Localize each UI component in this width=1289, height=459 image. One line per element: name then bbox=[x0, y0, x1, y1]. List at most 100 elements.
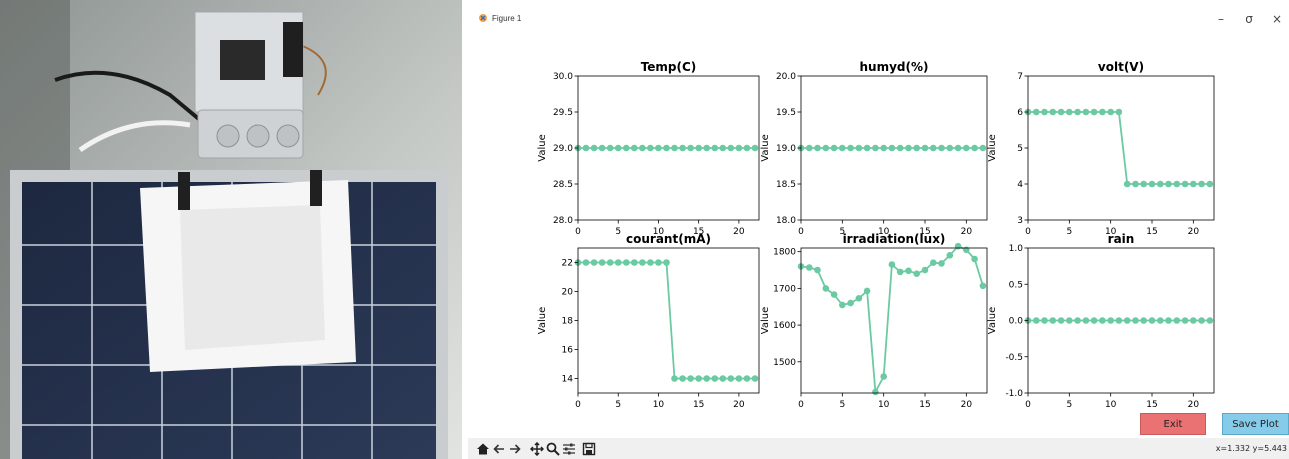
data-point-2-2 bbox=[814, 144, 821, 152]
y-tick-label-1-4: 30.0 bbox=[553, 72, 573, 82]
x-tick-label-5-1: 5 bbox=[839, 400, 845, 410]
data-point-3-12 bbox=[1123, 180, 1131, 188]
subplot-title-3: volt(V) bbox=[1098, 60, 1144, 74]
data-point-3-9 bbox=[1099, 108, 1106, 116]
exit-button[interactable]: Exit bbox=[1140, 413, 1206, 435]
y-tick-label-3-4: 7 bbox=[1017, 72, 1023, 82]
y-tick-label-5-0: 1500 bbox=[773, 358, 796, 368]
maximize-button[interactable]: σ bbox=[1240, 10, 1258, 28]
data-point-2-7 bbox=[855, 144, 863, 152]
data-point-6-6 bbox=[1074, 317, 1081, 324]
close-button[interactable]: × bbox=[1268, 10, 1286, 28]
y-tick-label-6-0: -1.0 bbox=[1005, 389, 1023, 399]
data-point-1-2 bbox=[590, 144, 598, 152]
y-tick-label-1-3: 29.5 bbox=[553, 108, 573, 118]
data-point-6-22 bbox=[1206, 317, 1214, 324]
x-tick-label-6-4: 20 bbox=[1188, 400, 1200, 410]
back-arrow-icon[interactable] bbox=[492, 442, 506, 456]
data-point-5-5 bbox=[839, 301, 846, 309]
data-point-2-10 bbox=[880, 144, 887, 152]
y-tick-label-4-4: 22 bbox=[562, 259, 573, 269]
home-icon[interactable] bbox=[476, 442, 490, 456]
data-point-2-19 bbox=[954, 144, 962, 152]
data-point-2-17 bbox=[938, 144, 945, 152]
data-point-5-14 bbox=[913, 270, 920, 277]
x-tick-label-4-3: 15 bbox=[693, 400, 704, 410]
data-point-6-17 bbox=[1165, 317, 1172, 324]
y-axis-label-5: Value bbox=[760, 307, 771, 334]
data-point-3-3 bbox=[1049, 108, 1057, 116]
data-point-3-16 bbox=[1157, 180, 1164, 188]
data-point-4-19 bbox=[727, 375, 735, 382]
pan-icon[interactable] bbox=[530, 442, 544, 456]
data-point-5-22 bbox=[979, 282, 987, 290]
y-tick-label-6-4: 1.0 bbox=[1009, 244, 1024, 254]
axes-frame-3 bbox=[1027, 75, 1215, 221]
data-point-4-21 bbox=[743, 375, 751, 382]
data-point-2-18 bbox=[946, 144, 954, 152]
y-tick-label-4-3: 20 bbox=[562, 288, 574, 298]
data-point-5-2 bbox=[814, 266, 821, 274]
data-point-1-15 bbox=[695, 144, 702, 152]
cursor-coordinates: x=1.332 y=5.443 bbox=[1215, 444, 1287, 453]
zoom-icon[interactable] bbox=[546, 442, 560, 456]
series-line-3 bbox=[1028, 111, 1210, 185]
y-tick-label-1-1: 28.5 bbox=[553, 180, 573, 190]
data-point-1-7 bbox=[631, 144, 638, 152]
series-line-5 bbox=[800, 245, 984, 395]
data-point-4-17 bbox=[711, 375, 719, 382]
data-point-4-16 bbox=[703, 375, 710, 382]
x-tick-label-5-4: 20 bbox=[961, 400, 973, 410]
save-icon[interactable] bbox=[582, 442, 596, 456]
data-point-2-20 bbox=[963, 144, 970, 152]
data-point-4-6 bbox=[623, 259, 630, 266]
data-point-3-15 bbox=[1148, 180, 1156, 188]
x-tick-label-6-3: 15 bbox=[1146, 400, 1157, 410]
y-tick-label-4-0: 14 bbox=[562, 375, 574, 385]
minimize-button[interactable]: – bbox=[1212, 10, 1230, 28]
data-point-4-14 bbox=[687, 375, 694, 382]
x-tick-label-3-1: 5 bbox=[1066, 227, 1072, 237]
data-point-3-14 bbox=[1140, 180, 1147, 188]
data-point-2-6 bbox=[847, 144, 854, 152]
data-point-5-16 bbox=[930, 259, 937, 266]
data-point-3-19 bbox=[1181, 180, 1189, 188]
data-point-5-13 bbox=[905, 267, 912, 275]
data-point-6-14 bbox=[1140, 317, 1147, 324]
data-point-1-10 bbox=[655, 144, 662, 152]
save-plot-button[interactable]: Save Plot bbox=[1222, 413, 1289, 435]
data-point-4-3 bbox=[598, 259, 606, 266]
data-point-3-13 bbox=[1132, 180, 1139, 188]
data-point-3-2 bbox=[1041, 108, 1048, 116]
data-point-4-20 bbox=[735, 375, 743, 382]
data-point-4-10 bbox=[655, 259, 662, 266]
x-tick-label-4-2: 10 bbox=[653, 400, 665, 410]
data-point-3-4 bbox=[1057, 108, 1065, 116]
data-point-6-20 bbox=[1190, 317, 1197, 324]
data-point-1-18 bbox=[719, 144, 727, 152]
y-tick-label-5-2: 1700 bbox=[773, 284, 796, 294]
data-point-2-9 bbox=[872, 144, 879, 152]
data-point-4-4 bbox=[606, 259, 614, 266]
subplot-title-1: Temp(C) bbox=[641, 60, 697, 74]
data-point-2-1 bbox=[806, 144, 813, 152]
y-tick-label-5-3: 1800 bbox=[773, 248, 796, 258]
data-point-3-5 bbox=[1066, 108, 1073, 116]
configure-subplots-icon[interactable] bbox=[562, 442, 576, 456]
data-point-6-8 bbox=[1090, 317, 1098, 324]
forward-arrow-icon[interactable] bbox=[508, 442, 522, 456]
y-tick-label-4-1: 16 bbox=[562, 346, 574, 356]
data-point-1-20 bbox=[735, 144, 743, 152]
data-point-3-6 bbox=[1074, 108, 1081, 116]
y-tick-label-2-4: 20.0 bbox=[776, 72, 796, 82]
data-point-3-21 bbox=[1198, 180, 1205, 188]
window-title: Figure 1 bbox=[492, 14, 522, 23]
data-point-5-4 bbox=[830, 291, 838, 298]
y-tick-label-4-2: 18 bbox=[562, 317, 574, 327]
data-point-5-3 bbox=[822, 285, 830, 292]
data-point-4-1 bbox=[582, 259, 590, 266]
data-point-6-16 bbox=[1157, 317, 1164, 324]
data-point-4-7 bbox=[631, 259, 638, 266]
data-point-3-22 bbox=[1206, 180, 1214, 188]
y-axis-label-4: Value bbox=[537, 307, 548, 334]
